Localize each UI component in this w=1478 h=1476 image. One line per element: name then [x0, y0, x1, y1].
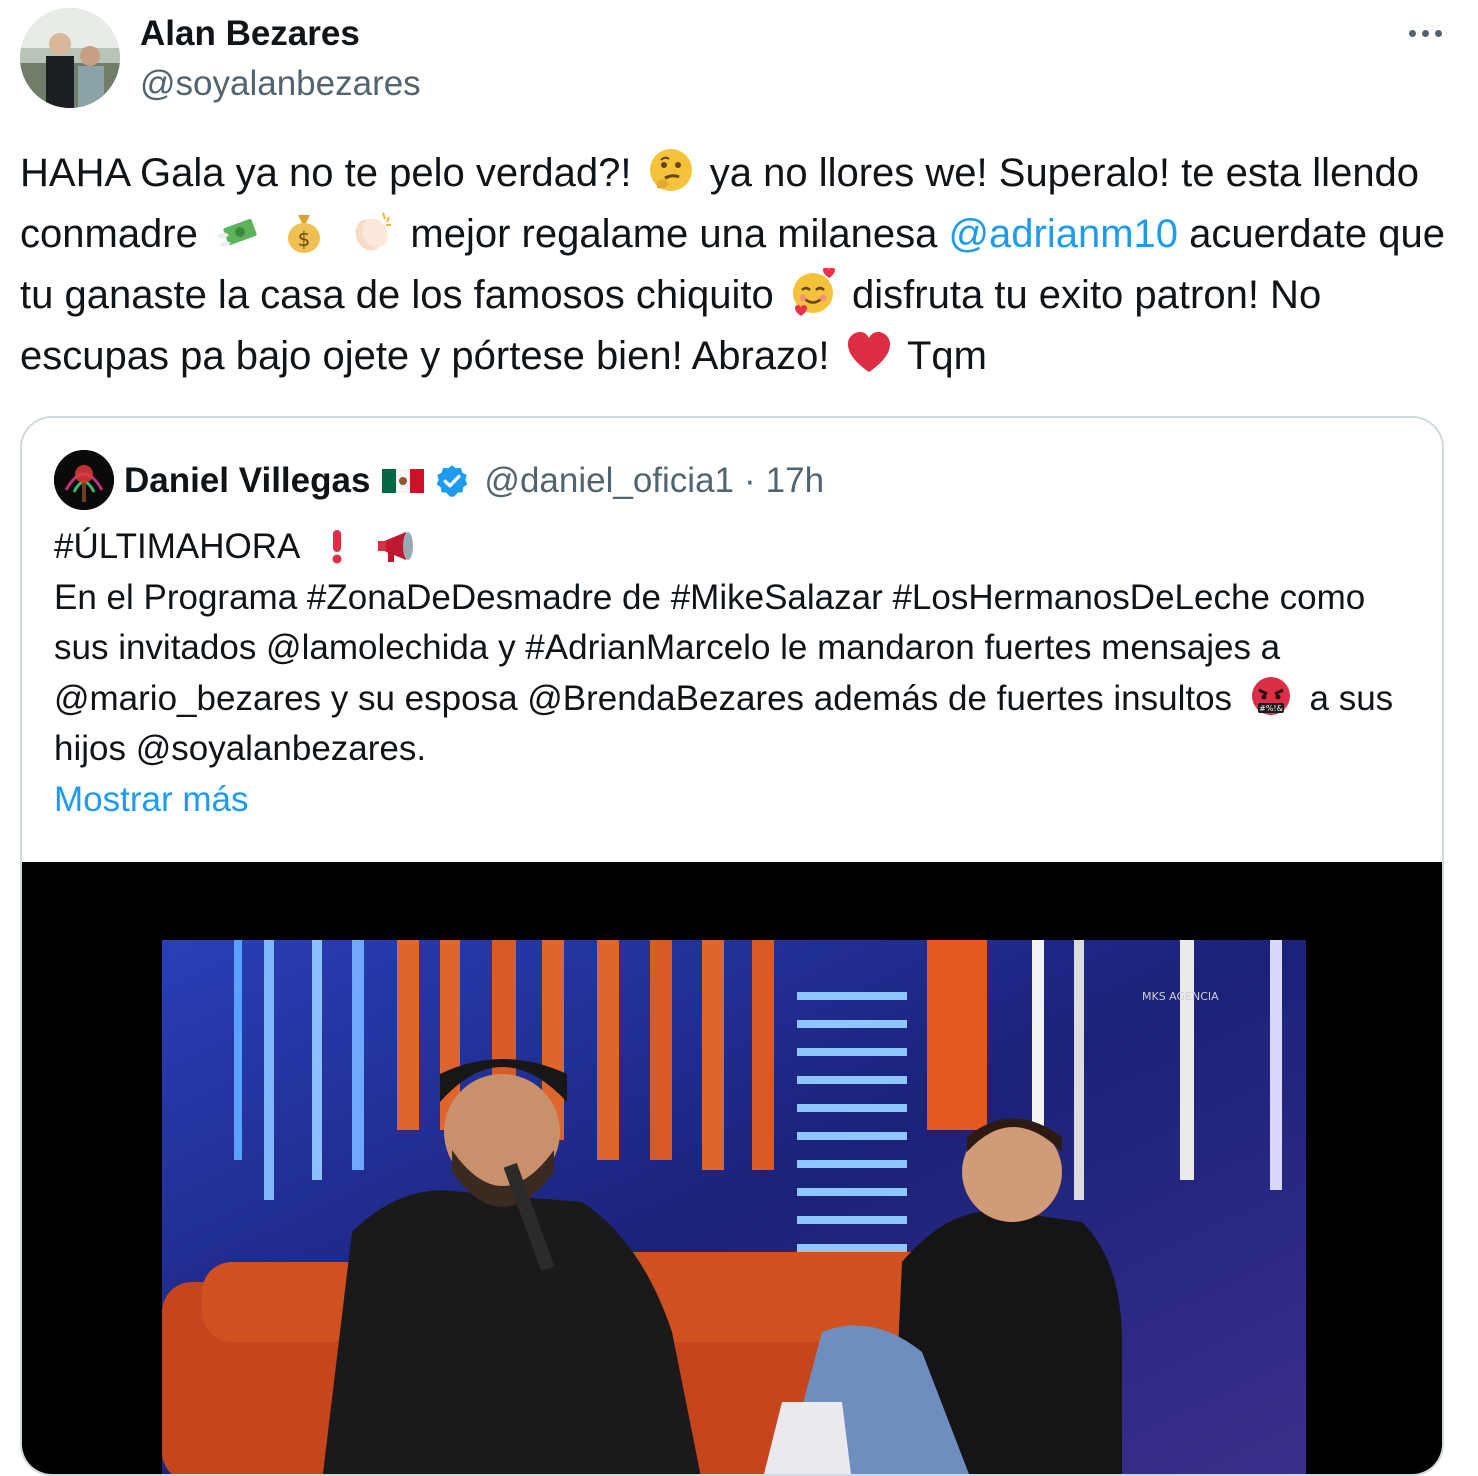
profile-photo [54, 450, 114, 510]
video-watermark: MKS AGENCIA [1142, 990, 1219, 1003]
more-dot [1434, 29, 1442, 37]
tweet-text-segment: Tqm [906, 334, 987, 378]
mexico-flag-emoji [382, 469, 425, 493]
money-bag-emoji: $ [288, 215, 321, 253]
more-options-button[interactable] [1400, 16, 1450, 50]
verified-badge-icon[interactable] [434, 463, 470, 499]
red-exclamation-emoji [332, 530, 342, 564]
quote-author-name[interactable]: Daniel Villegas [124, 460, 370, 502]
quote-timestamp[interactable]: 17h [766, 460, 824, 502]
thinking-face-emoji [649, 149, 692, 191]
quote-text-main: En el Programa #ZonaDeDesmadre de #MikeS… [54, 577, 1366, 718]
tweet-text: HAHA Gala ya no te pelo verdad?! ya no l… [20, 143, 1460, 387]
video-player[interactable]: MKS AGENCIA [22, 862, 1442, 1474]
author-handle[interactable]: @soyalanbezares [140, 64, 421, 104]
face-with-symbols-on-mouth-emoji: #%!& [1251, 676, 1290, 715]
tweet-text-segment: HAHA Gala ya no te pelo verdad?! [20, 151, 632, 195]
quote-header: Daniel Villegas @daniel_oficia1 · 17h [124, 460, 824, 502]
clapping-hands-emoji [355, 212, 392, 251]
show-more-link[interactable]: Mostrar más [54, 775, 1424, 826]
hashtag-ultimahora: #ÚLTIMAHORA [54, 527, 299, 566]
svg-text:$: $ [298, 227, 311, 251]
svg-text:#%!&: #%!& [1259, 704, 1283, 713]
money-with-wings-emoji [217, 218, 257, 247]
megaphone-emoji [377, 532, 413, 562]
red-heart-emoji [847, 332, 890, 372]
quote-text: En el Programa #ZonaDeDesmadre de #MikeS… [54, 573, 1424, 775]
mention-link[interactable]: @adrianm10 [948, 212, 1178, 256]
quote-author-handle[interactable]: @daniel_oficia1 [484, 460, 734, 502]
profile-photo [20, 8, 120, 108]
quote-first-line: #ÚLTIMAHORA [54, 522, 1424, 573]
tweet-text-segment: mejor regalame una milanesa [410, 212, 938, 256]
more-dot [1421, 29, 1429, 37]
author-name[interactable]: Alan Bezares [140, 14, 360, 54]
quote-author-avatar[interactable] [54, 450, 114, 510]
quoted-tweet[interactable]: Daniel Villegas @daniel_oficia1 · 17h #Ú… [20, 416, 1444, 1476]
author-avatar[interactable] [20, 8, 120, 108]
more-horizontal-icon [1408, 29, 1416, 37]
smiling-face-with-hearts-emoji [792, 268, 835, 316]
header-separator: · [744, 461, 756, 500]
video-frame: MKS AGENCIA [162, 940, 1306, 1474]
quote-body: #ÚLTIMAHORA En el Programa #ZonaDeDesmad… [54, 522, 1424, 825]
